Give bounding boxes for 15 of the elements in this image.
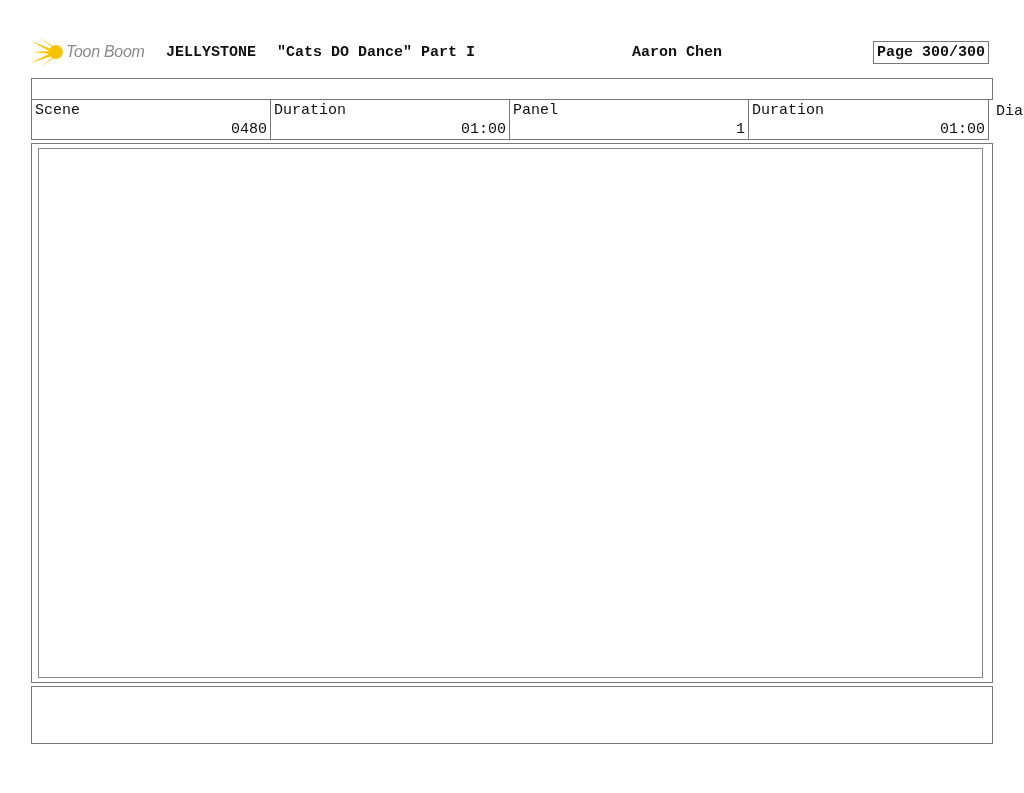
column-header: Panel bbox=[513, 102, 559, 120]
column-header: Duration bbox=[274, 102, 347, 120]
column-header: Duration bbox=[752, 102, 825, 120]
logo-text: Toon Boom bbox=[66, 43, 145, 61]
project-title: JELLYSTONE bbox=[166, 43, 257, 61]
table-cell: 1 bbox=[736, 121, 745, 139]
table-cell: 0480 bbox=[231, 121, 267, 139]
column-header: Dia bbox=[996, 103, 1023, 121]
author-name: Aaron Chen bbox=[632, 43, 723, 61]
starburst-logo-icon bbox=[31, 37, 65, 67]
table-cell: 01:00 bbox=[940, 121, 985, 139]
episode-title: "Cats DO Dance" Part I bbox=[277, 43, 477, 61]
page-number: Page 300/300 bbox=[873, 40, 990, 64]
column-header: Scene bbox=[35, 102, 81, 120]
table-cell: 01:00 bbox=[461, 121, 506, 139]
